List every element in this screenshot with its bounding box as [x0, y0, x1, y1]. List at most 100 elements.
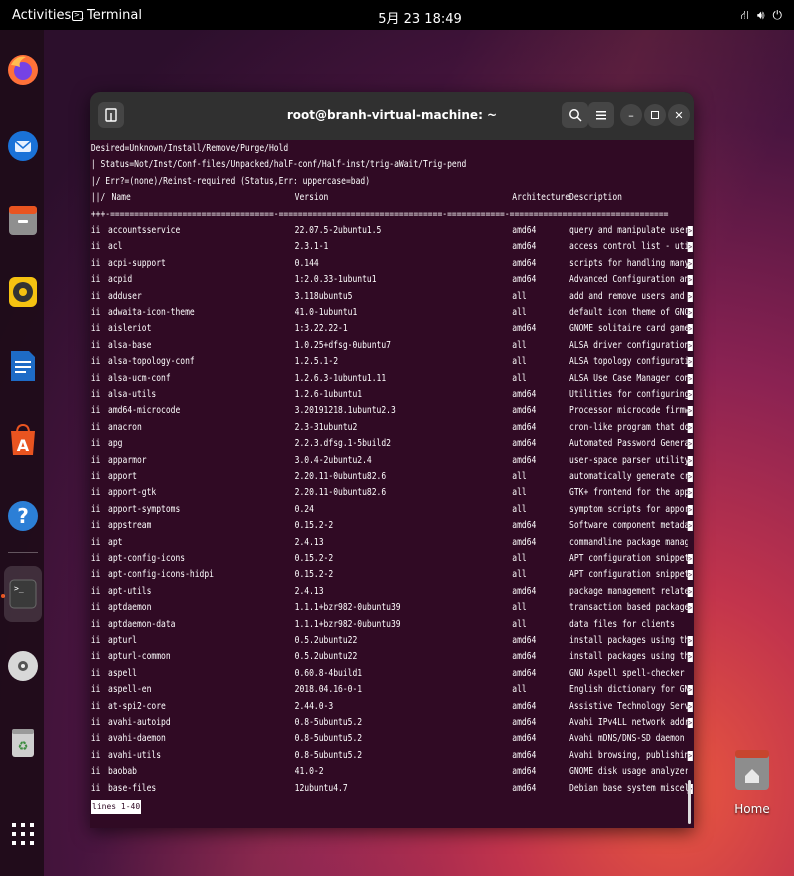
- dock-trash[interactable]: ♻: [4, 718, 42, 766]
- package-architecture: amd64: [512, 274, 537, 286]
- package-name: anacron: [108, 421, 142, 433]
- package-name: aptdaemon: [108, 602, 152, 614]
- package-version: 2.4.13: [294, 585, 324, 597]
- dock-rhythmbox[interactable]: [4, 268, 42, 316]
- grid-icon: [12, 823, 34, 845]
- svg-text:?: ?: [17, 504, 29, 528]
- package-architecture: amd64: [512, 585, 537, 597]
- truncation-marker: >: [687, 242, 693, 253]
- truncation-marker: >: [687, 488, 693, 499]
- package-architecture: all: [512, 290, 527, 302]
- package-description: Advanced Configuration and: [569, 274, 688, 286]
- minimize-button[interactable]: –: [620, 104, 642, 126]
- dock-terminal[interactable]: >_: [4, 566, 42, 622]
- package-name: alsa-utils: [108, 389, 157, 400]
- hamburger-icon: [596, 111, 606, 120]
- package-description: cron-like program that doe: [569, 421, 688, 433]
- package-row: ii acl 2.3.1-1 amd64 access control list - u…: [91, 239, 693, 255]
- package-version: 0.5.2ubuntu22: [294, 635, 358, 646]
- package-row: ii appstream 0.15.2-2 amd64 Software compone…: [91, 518, 693, 534]
- trash-icon: ♻: [12, 729, 34, 757]
- truncation-marker: >: [687, 603, 693, 614]
- maximize-button[interactable]: [644, 104, 666, 126]
- svg-text:♻: ♻: [18, 739, 29, 753]
- truncation-marker: >: [687, 685, 693, 696]
- package-name: adduser: [108, 290, 142, 302]
- top-bar: Activities >_ Terminal 5月 23 18:49 ⛙ 🔊︎ …: [0, 0, 794, 30]
- package-name: accountsservice: [108, 225, 181, 236]
- dock-thunderbird[interactable]: [4, 122, 42, 170]
- package-version: 0.8-5ubuntu5.2: [294, 733, 363, 745]
- dock-help[interactable]: ?: [4, 492, 42, 540]
- package-status: ii: [90, 454, 101, 466]
- package-architecture: all: [512, 503, 527, 515]
- status-column-header: ||/: [90, 192, 106, 204]
- package-row: ii acpid 1:2.0.33-1ubuntu1 amd64 Advanced Co…: [91, 272, 693, 288]
- package-architecture: all: [512, 602, 527, 614]
- package-description: query and manipulate user: [569, 225, 688, 236]
- package-status: ii: [90, 241, 101, 253]
- package-name: aspell: [108, 667, 137, 679]
- dock-app-center[interactable]: A: [4, 416, 42, 464]
- package-status: ii: [90, 635, 101, 646]
- package-architecture: all: [512, 356, 527, 368]
- terminal-window[interactable]: root@branh-virtual-machine: ~ – ✕ Desire…: [90, 92, 694, 828]
- truncation-marker: >: [687, 422, 693, 433]
- minimize-icon: –: [628, 108, 634, 122]
- dock-dvd[interactable]: [4, 642, 42, 690]
- writer-icon: [11, 351, 35, 381]
- package-description: transaction based package: [569, 602, 688, 614]
- package-version: 3.20191218.1ubuntu2.3: [294, 405, 396, 417]
- close-button[interactable]: ✕: [668, 104, 690, 126]
- desktop-home[interactable]: Home: [728, 748, 776, 816]
- terminal-output[interactable]: Desired=Unknown/Install/Remove/Purge/Hol…: [90, 140, 693, 828]
- truncation-marker: >: [687, 472, 693, 482]
- package-row: ii adduser 3.118ubuntu5 all add and remove u…: [91, 289, 693, 305]
- dock-show-apps[interactable]: [4, 810, 42, 858]
- system-tray[interactable]: ⛙ 🔊︎ ⏻: [741, 8, 783, 24]
- package-architecture: amd64: [512, 635, 537, 646]
- package-row: ii amd64-microcode 3.20191218.1ubuntu2.3 am…: [91, 403, 693, 419]
- truncation-marker: >: [687, 701, 693, 712]
- truncation-marker: >: [687, 324, 693, 335]
- package-status: ii: [90, 356, 101, 368]
- separator-line: +++-==================================-=…: [90, 208, 669, 220]
- dock-firefox[interactable]: [4, 46, 42, 94]
- package-row: ii aptdaemon 1.1.1+bzr982-0ubuntu39 all tran…: [91, 600, 693, 616]
- package-name: avahi-daemon: [108, 733, 166, 745]
- package-row: ii accountsservice 22.07.5-2ubuntu1.5 amd64…: [91, 223, 693, 239]
- package-version: 2018.04.16-0-1: [294, 684, 363, 696]
- package-status: ii: [90, 782, 101, 794]
- dvd-icon: [8, 651, 38, 681]
- package-row: ii apturl 0.5.2ubuntu22 amd64 install packag…: [91, 633, 693, 649]
- title-bar[interactable]: root@branh-virtual-machine: ~ – ✕: [90, 92, 694, 140]
- dock-writer[interactable]: [4, 342, 42, 390]
- dock-files[interactable]: [4, 196, 42, 244]
- package-name: avahi-autoipd: [108, 717, 171, 728]
- package-description: ALSA topology configuratio: [569, 356, 688, 368]
- pager-status: lines 1-40: [91, 800, 142, 814]
- menu-button[interactable]: [588, 102, 614, 128]
- package-status: ii: [90, 766, 101, 778]
- package-version: 2.2.3.dfsg.1-5build2: [294, 438, 391, 450]
- package-architecture: all: [512, 684, 527, 696]
- firefox-icon: [8, 55, 38, 85]
- version-column-header: Version: [294, 192, 329, 204]
- package-version: 0.144: [294, 257, 319, 269]
- scrollbar[interactable]: [688, 780, 691, 824]
- package-version: 1:3.22.22-1: [294, 323, 348, 335]
- package-version: 1.1.1+bzr982-0ubuntu39: [294, 618, 401, 630]
- package-version: 0.5.2ubuntu22: [294, 651, 358, 663]
- search-button[interactable]: [562, 102, 588, 128]
- package-status: ii: [90, 618, 101, 630]
- package-description: APT configuration snippet: [569, 553, 688, 564]
- package-row: ii avahi-utils 0.8-5ubuntu5.2 amd64 Avahi br…: [91, 748, 693, 764]
- package-status: ii: [90, 667, 101, 679]
- package-row: ii acpi-support 0.144 amd64 scripts for hand…: [91, 256, 693, 272]
- package-name: aptdaemon-data: [108, 618, 176, 630]
- package-row: ii apt-utils 2.4.13 amd64 package management…: [91, 584, 693, 600]
- package-architecture: all: [512, 487, 527, 499]
- clock[interactable]: 5月 23 18:49: [0, 8, 794, 27]
- package-version: 12ubuntu4.7: [294, 782, 348, 794]
- package-version: 1:2.0.33-1ubuntu1: [294, 274, 377, 286]
